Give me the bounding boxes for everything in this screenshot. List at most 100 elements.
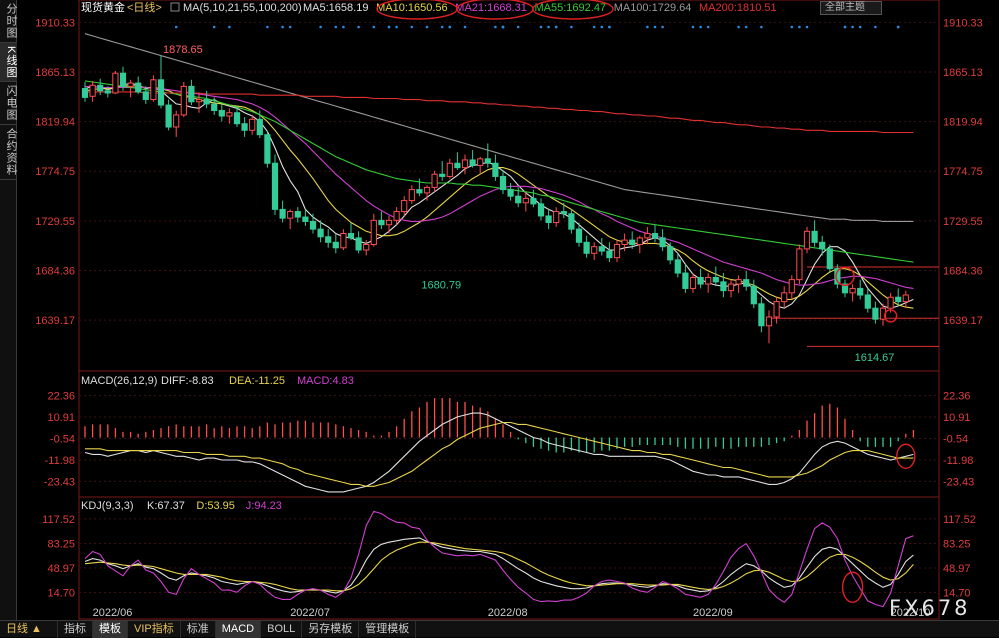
toolbar-item-3[interactable]: 标准	[181, 620, 216, 638]
candle-body	[203, 99, 210, 105]
signal-dot	[174, 25, 178, 29]
candle-body	[370, 219, 377, 246]
candle-body	[864, 294, 871, 309]
macd-ytick-right: 10.91	[943, 412, 971, 424]
macd-ytick-left: -0.54	[50, 434, 75, 446]
toolbar-item-6[interactable]: 另存模板	[302, 620, 360, 638]
candle-body	[461, 159, 469, 169]
sidebar-tab-2[interactable]: 闪电图	[0, 82, 17, 126]
candle-body	[484, 158, 491, 164]
candle-body	[560, 211, 567, 215]
chart-title: 现货黄金	[81, 0, 125, 14]
kdj-legend-0: K:67.37	[147, 500, 185, 512]
candle-body	[507, 189, 514, 197]
toolbar-item-2[interactable]: VIP指标	[128, 620, 181, 638]
price-ytick-right: 1684.36	[943, 265, 983, 277]
price-annotation: 1878.65	[163, 44, 203, 56]
kdj-ytick-left: 14.70	[47, 587, 75, 599]
candle-body	[803, 230, 811, 250]
period-button[interactable]: 日线 ▲	[0, 620, 58, 638]
candle-body	[355, 237, 362, 251]
macd-dea-line	[85, 421, 914, 487]
ma-legend-0: MA5:1658.19	[303, 2, 368, 14]
candle-body	[150, 79, 157, 101]
signal-dot	[334, 25, 338, 29]
theme-select[interactable]: 全部主题	[820, 1, 882, 15]
kdj-ytick-left: 48.97	[47, 563, 75, 575]
signal-dot	[798, 25, 801, 29]
candle-body	[705, 276, 712, 285]
candle-body	[819, 241, 826, 250]
kdj-d-line	[84, 541, 914, 592]
candle-body	[378, 219, 385, 226]
macd-ytick-right: -0.54	[943, 434, 968, 446]
toolbar-item-0[interactable]: 指标	[58, 620, 93, 638]
signal-dot	[494, 25, 497, 29]
sidebar-tab-0[interactable]: 分时图	[0, 0, 17, 43]
signal-dot	[357, 25, 360, 29]
candle-body	[157, 79, 165, 106]
candle-body	[195, 99, 203, 103]
price-ytick-left: 1865.13	[35, 67, 75, 79]
sidebar-tab-3[interactable]: 合约资料	[0, 125, 17, 181]
toolbar-item-5[interactable]: BOLL	[261, 620, 303, 638]
candle-body	[629, 239, 636, 246]
settings-icon	[170, 2, 180, 12]
signal-dot	[281, 25, 284, 29]
candle-body	[644, 233, 651, 239]
signal-dot	[516, 25, 520, 29]
signal-dot	[228, 25, 231, 29]
candle-body	[249, 118, 256, 131]
signal-dot	[372, 25, 376, 29]
candle-body	[796, 248, 803, 281]
candle-body	[385, 219, 393, 226]
signal-dot	[387, 25, 391, 29]
signal-dot	[266, 25, 269, 29]
candle-body	[712, 276, 719, 283]
signal-dot	[547, 25, 550, 29]
candle-body	[515, 195, 522, 204]
chart-area[interactable]: 1910.33 1910.33 1865.13 1865.13 1819.94 1819.…	[17, 0, 999, 620]
candle-body	[591, 246, 598, 254]
toolbar-item-1[interactable]: 模板	[93, 620, 128, 638]
candle-body	[89, 84, 96, 97]
candle-body	[857, 287, 864, 296]
macd-ytick-left: -23.43	[44, 476, 75, 488]
candle-body	[659, 237, 666, 248]
candle-body	[279, 208, 286, 219]
candle-body	[347, 233, 355, 239]
signal-dot	[737, 25, 740, 29]
candle-body	[727, 283, 735, 292]
signal-dot	[896, 25, 900, 29]
candle-body	[537, 203, 545, 217]
signal-dot	[539, 25, 543, 29]
price-ma100-line	[84, 33, 914, 222]
fx678-watermark: FX678	[889, 596, 971, 620]
candle-body	[697, 276, 704, 285]
candle-body	[302, 216, 309, 222]
toolbar-item-7[interactable]: 管理模板	[359, 620, 417, 638]
signal-dot	[646, 25, 649, 29]
candle-body	[720, 281, 727, 292]
toolbar-item-4[interactable]: MACD	[215, 620, 262, 638]
price-ytick-left: 1774.75	[35, 166, 75, 178]
signal-dot	[440, 25, 444, 29]
macd-ytick-right: 22.36	[943, 391, 971, 403]
signal-dot	[760, 25, 763, 29]
ma-legend-4: MA100:1729.64	[614, 2, 692, 14]
candle-body	[575, 228, 583, 243]
macd-ytick-left: 22.36	[47, 391, 75, 403]
signal-dot	[858, 25, 862, 29]
macd-legend-1: DEA:-11.25	[229, 375, 285, 387]
signal-dot	[600, 25, 604, 29]
signal-dot	[790, 25, 794, 29]
candle-body	[606, 250, 613, 259]
macd-ytick-right: -11.98	[943, 455, 973, 467]
signal-dot	[463, 25, 467, 29]
signal-dot	[744, 25, 748, 29]
signal-dot	[288, 25, 292, 29]
candle-body	[499, 175, 507, 191]
macd-legend-0: DIFF:-8.83	[161, 375, 214, 387]
sidebar-tab-1[interactable]: K线图	[0, 43, 17, 83]
macd-diff-line	[84, 412, 914, 493]
